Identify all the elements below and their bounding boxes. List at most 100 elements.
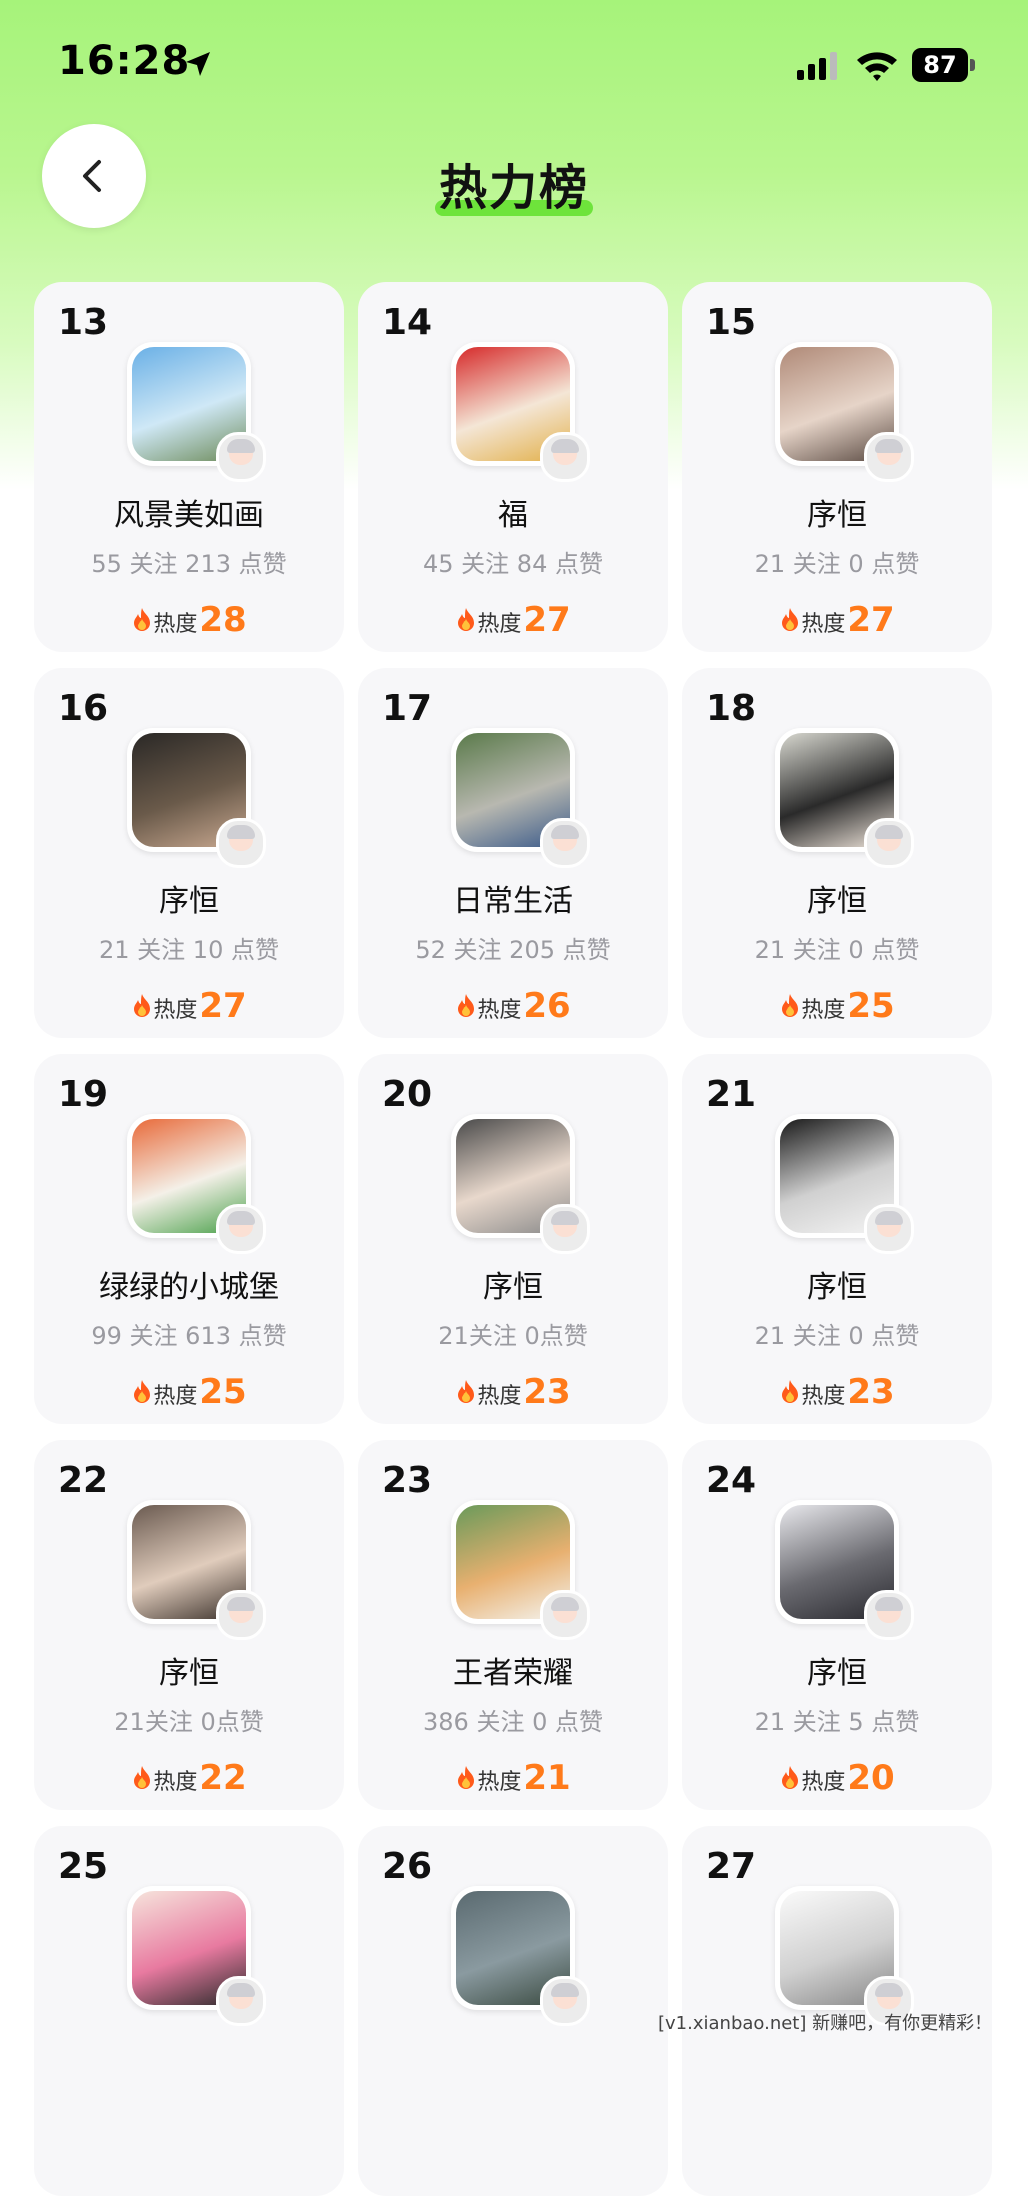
ranking-card[interactable]: 14 福 45 关注 84 点赞热度27 bbox=[358, 282, 668, 652]
creator-avatar bbox=[864, 1590, 914, 1640]
creator-avatar bbox=[540, 1204, 590, 1254]
rank-number: 26 bbox=[382, 1846, 433, 1887]
rank-number: 25 bbox=[58, 1846, 109, 1887]
heat-label: 热度 bbox=[801, 612, 846, 637]
flame-icon bbox=[458, 608, 475, 631]
ranking-card[interactable]: 22 序恒 21关注 0点赞 热度22 bbox=[34, 1440, 344, 1810]
heat-value: 23 bbox=[523, 1372, 571, 1412]
heat-label: 热度 bbox=[801, 1770, 846, 1795]
flame-icon bbox=[782, 1766, 799, 1789]
rank-number: 14 bbox=[382, 302, 433, 343]
heat-score: 热度23 bbox=[682, 1372, 992, 1412]
user-name: 风景美如画 bbox=[114, 498, 264, 533]
heat-value: 25 bbox=[847, 986, 895, 1026]
follow-like-stats: 52 关注 205 点赞 bbox=[415, 936, 611, 964]
creator-avatar bbox=[540, 818, 590, 868]
follow-like-stats: 99 关注 613 点赞 bbox=[91, 1322, 287, 1350]
flame-icon bbox=[134, 1380, 151, 1403]
user-name: 福 bbox=[498, 498, 528, 533]
creator-avatar bbox=[540, 432, 590, 482]
status-bar: 16:28 87 bbox=[0, 0, 1028, 120]
rank-number: 21 bbox=[706, 1074, 757, 1115]
heat-label: 热度 bbox=[153, 1384, 198, 1409]
user-name: 序恒 bbox=[159, 884, 219, 919]
ranking-card[interactable]: 13 风景美如画 55 关注 213 点赞 热度28 bbox=[34, 282, 344, 652]
watermark-text: [v1.xianbao.net] 新赚吧，有你更精彩！ bbox=[658, 2013, 993, 2034]
rank-number: 16 bbox=[58, 688, 109, 729]
user-name: 绿绿的小城堡 bbox=[99, 1270, 279, 1305]
rank-number: 23 bbox=[382, 1460, 433, 1501]
ranking-card[interactable]: 25热度 bbox=[34, 1826, 344, 2196]
flame-icon bbox=[458, 1380, 475, 1403]
heat-label: 热度 bbox=[801, 998, 846, 1023]
ranking-card[interactable]: 24 序恒 21 关注 5 点赞 热度20 bbox=[682, 1440, 992, 1810]
user-name: 序恒 bbox=[807, 498, 867, 533]
follow-like-stats: 21 关注 0 点赞 bbox=[754, 936, 920, 964]
user-name: 序恒 bbox=[483, 1270, 543, 1305]
heat-label: 热度 bbox=[153, 612, 198, 637]
user-name: 序恒 bbox=[807, 884, 867, 919]
follow-like-stats: 21 关注 5 点赞 bbox=[754, 1708, 920, 1736]
follow-like-stats: 21关注 0点赞 bbox=[114, 1708, 264, 1736]
heat-score: 热度26 bbox=[358, 986, 668, 1026]
heat-score: 热度28 bbox=[34, 600, 344, 640]
rank-number: 15 bbox=[706, 302, 757, 343]
user-name: 序恒 bbox=[807, 1270, 867, 1305]
heat-score: 热度27 bbox=[358, 600, 668, 640]
creator-avatar bbox=[216, 1976, 266, 2026]
flame-icon bbox=[458, 1766, 475, 1789]
flame-icon bbox=[782, 1380, 799, 1403]
rank-number: 13 bbox=[58, 302, 109, 343]
status-time: 16:28 bbox=[58, 38, 191, 84]
heat-label: 热度 bbox=[477, 1384, 522, 1409]
follow-like-stats: 21 关注 0 点赞 bbox=[754, 550, 920, 578]
ranking-card[interactable]: 15 序恒 21 关注 0 点赞热度27 bbox=[682, 282, 992, 652]
flame-icon bbox=[134, 994, 151, 1017]
battery-level: 87 bbox=[912, 48, 968, 82]
creator-avatar bbox=[216, 818, 266, 868]
heat-value: 20 bbox=[847, 1758, 895, 1798]
heat-value: 27 bbox=[847, 600, 895, 640]
user-name: 序恒 bbox=[807, 1656, 867, 1691]
rank-number: 20 bbox=[382, 1074, 433, 1115]
heat-label: 热度 bbox=[477, 1770, 522, 1795]
ranking-card[interactable]: 18 序恒 21 关注 0 点赞 热度25 bbox=[682, 668, 992, 1038]
flame-icon bbox=[134, 608, 151, 631]
flame-icon bbox=[782, 994, 799, 1017]
ranking-card[interactable]: 23 王者荣耀 386 关注 0 点赞 热度21 bbox=[358, 1440, 668, 1810]
ranking-card[interactable]: 21 序恒 21 关注 0 点赞热度23 bbox=[682, 1054, 992, 1424]
creator-avatar bbox=[216, 432, 266, 482]
ranking-card[interactable]: 16 序恒 21 关注 10 点赞 热度27 bbox=[34, 668, 344, 1038]
heat-value: 26 bbox=[523, 986, 571, 1026]
heat-score: 热度25 bbox=[34, 1372, 344, 1412]
page-title: 热力榜 bbox=[434, 148, 594, 218]
ranking-card[interactable]: 26热度 bbox=[358, 1826, 668, 2196]
rank-number: 27 bbox=[706, 1846, 757, 1887]
heat-value: 27 bbox=[523, 600, 571, 640]
rank-number: 22 bbox=[58, 1460, 109, 1501]
heat-label: 热度 bbox=[477, 998, 522, 1023]
heat-label: 热度 bbox=[153, 998, 198, 1023]
heat-label: 热度 bbox=[153, 1770, 198, 1795]
ranking-card[interactable]: 19 绿绿的小城堡 99 关注 613 点赞 热度25 bbox=[34, 1054, 344, 1424]
creator-avatar bbox=[540, 1590, 590, 1640]
heat-value: 21 bbox=[523, 1758, 571, 1798]
follow-like-stats: 21 关注 0 点赞 bbox=[754, 1322, 920, 1350]
heat-label: 热度 bbox=[801, 1384, 846, 1409]
heat-value: 22 bbox=[199, 1758, 247, 1798]
ranking-card[interactable]: 17 日常生活 52 关注 205 点赞 热度26 bbox=[358, 668, 668, 1038]
rank-number: 17 bbox=[382, 688, 433, 729]
creator-avatar bbox=[864, 1204, 914, 1254]
heat-score: 热度22 bbox=[34, 1758, 344, 1798]
user-name: 序恒 bbox=[159, 1656, 219, 1691]
page-title-container: 热力榜 bbox=[0, 148, 1028, 218]
heat-score: 热度21 bbox=[358, 1758, 668, 1798]
ranking-card[interactable]: 20 序恒 21关注 0点赞 热度23 bbox=[358, 1054, 668, 1424]
heat-score: 热度25 bbox=[682, 986, 992, 1026]
flame-icon bbox=[134, 1766, 151, 1789]
heat-score: 热度20 bbox=[682, 1758, 992, 1798]
flame-icon bbox=[782, 608, 799, 631]
follow-like-stats: 45 关注 84 点赞 bbox=[423, 550, 603, 578]
heat-score: 热度27 bbox=[34, 986, 344, 1026]
follow-like-stats: 386 关注 0 点赞 bbox=[423, 1708, 603, 1736]
